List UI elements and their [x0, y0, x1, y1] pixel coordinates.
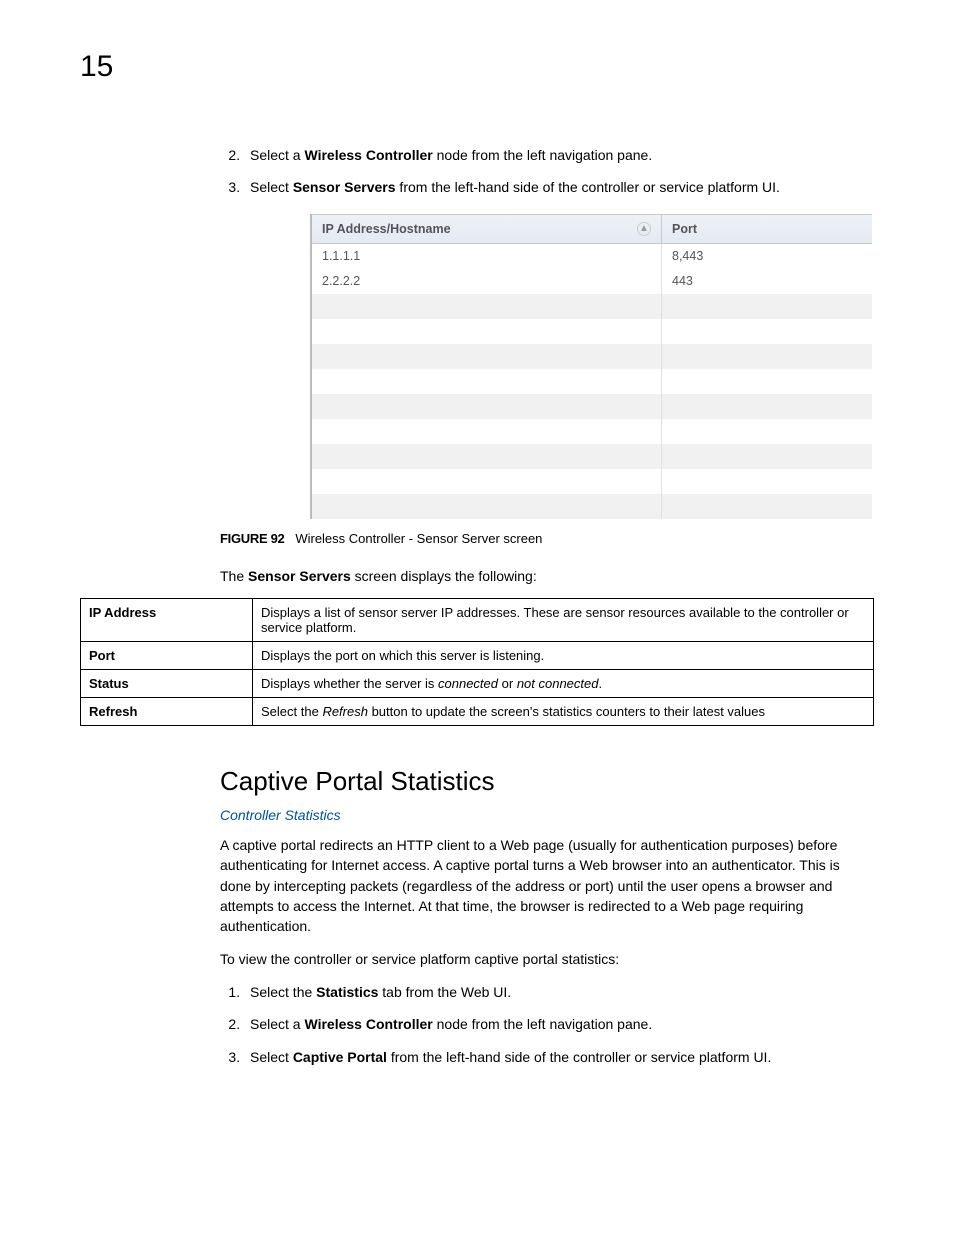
figure-caption-text: Wireless Controller - Sensor Server scre…: [295, 531, 542, 546]
table-row[interactable]: [312, 394, 872, 419]
cell-ip: [312, 369, 662, 394]
definition-desc: Displays a list of sensor server IP addr…: [253, 599, 874, 642]
section-heading: Captive Portal Statistics: [220, 766, 874, 797]
table-row[interactable]: [312, 494, 872, 519]
step-bold: Statistics: [316, 984, 378, 1000]
step-text: node from the left navigation pane.: [433, 147, 652, 163]
page-number: 15: [80, 50, 874, 84]
definition-row: Status Displays whether the server is co…: [81, 670, 874, 698]
cell-port: 8,443: [662, 249, 872, 263]
cell-ip: [312, 319, 662, 344]
step-text: node from the left navigation pane.: [433, 1016, 652, 1032]
text: The: [220, 568, 248, 584]
figure-screenshot: IP Address/Hostname ▲ Port 1.1.1.18,443 …: [310, 214, 874, 519]
table-row[interactable]: 2.2.2.2443: [312, 269, 872, 294]
table-row[interactable]: [312, 469, 872, 494]
definition-term: Port: [81, 642, 253, 670]
text-bold: Sensor Servers: [248, 568, 351, 584]
step-item: Select the Statistics tab from the Web U…: [244, 981, 874, 1003]
cell-ip: [312, 444, 662, 469]
table-header-row: IP Address/Hostname ▲ Port: [312, 214, 872, 244]
section-paragraph: To view the controller or service platfo…: [220, 949, 874, 969]
definition-row: IP Address Displays a list of sensor ser…: [81, 599, 874, 642]
cell-ip: [312, 394, 662, 419]
intro-paragraph: The Sensor Servers screen displays the f…: [220, 566, 874, 586]
figure-caption: FIGURE 92 Wireless Controller - Sensor S…: [220, 531, 874, 546]
column-header-ip[interactable]: IP Address/Hostname ▲: [312, 215, 662, 243]
step-bold: Wireless Controller: [304, 1016, 432, 1032]
table-row[interactable]: [312, 444, 872, 469]
step-text: from the left-hand side of the controlle…: [396, 179, 780, 195]
table-row[interactable]: 1.1.1.18,443: [312, 244, 872, 269]
definition-row: Port Displays the port on which this ser…: [81, 642, 874, 670]
table-row[interactable]: [312, 319, 872, 344]
sensor-servers-table: IP Address/Hostname ▲ Port 1.1.1.18,443 …: [310, 214, 872, 519]
definition-term: Status: [81, 670, 253, 698]
step-text: Select a: [250, 1016, 304, 1032]
steps-top: Select a Wireless Controller node from t…: [220, 144, 874, 199]
step-item: Select Captive Portal from the left-hand…: [244, 1046, 874, 1068]
sort-asc-icon[interactable]: ▲: [637, 222, 651, 236]
step-item: Select Sensor Servers from the left-hand…: [244, 176, 874, 198]
table-row[interactable]: [312, 369, 872, 394]
step-text: Select: [250, 179, 293, 195]
steps-bottom: Select the Statistics tab from the Web U…: [220, 981, 874, 1068]
column-header-label: Port: [672, 222, 697, 236]
text: screen displays the following:: [351, 568, 537, 584]
step-text: Select the: [250, 984, 316, 1000]
step-text: from the left-hand side of the controlle…: [387, 1049, 771, 1065]
step-item: Select a Wireless Controller node from t…: [244, 1013, 874, 1035]
definition-term: IP Address: [81, 599, 253, 642]
definition-desc: Displays whether the server is connected…: [253, 670, 874, 698]
step-bold: Wireless Controller: [304, 147, 432, 163]
step-text: Select a: [250, 147, 304, 163]
cell-port: 443: [662, 274, 872, 288]
figure-label: FIGURE 92: [220, 531, 284, 546]
column-header-port[interactable]: Port: [662, 215, 872, 243]
cell-ip: [312, 344, 662, 369]
definitions-table: IP Address Displays a list of sensor ser…: [80, 598, 874, 726]
controller-statistics-link[interactable]: Controller Statistics: [220, 807, 874, 823]
definition-row: Refresh Select the Refresh button to upd…: [81, 698, 874, 726]
step-text: tab from the Web UI.: [378, 984, 511, 1000]
cell-ip: [312, 469, 662, 494]
column-header-label: IP Address/Hostname: [322, 222, 451, 236]
definition-term: Refresh: [81, 698, 253, 726]
step-bold: Captive Portal: [293, 1049, 387, 1065]
step-item: Select a Wireless Controller node from t…: [244, 144, 874, 166]
table-row[interactable]: [312, 344, 872, 369]
cell-ip: [312, 294, 662, 319]
step-text: Select: [250, 1049, 293, 1065]
table-row[interactable]: [312, 294, 872, 319]
section-paragraph: A captive portal redirects an HTTP clien…: [220, 835, 874, 936]
cell-ip: [312, 494, 662, 519]
step-bold: Sensor Servers: [293, 179, 396, 195]
cell-ip: [312, 419, 662, 444]
cell-ip: 1.1.1.1: [312, 244, 662, 269]
definition-desc: Select the Refresh button to update the …: [253, 698, 874, 726]
definition-desc: Displays the port on which this server i…: [253, 642, 874, 670]
cell-ip: 2.2.2.2: [312, 269, 662, 294]
table-row[interactable]: [312, 419, 872, 444]
